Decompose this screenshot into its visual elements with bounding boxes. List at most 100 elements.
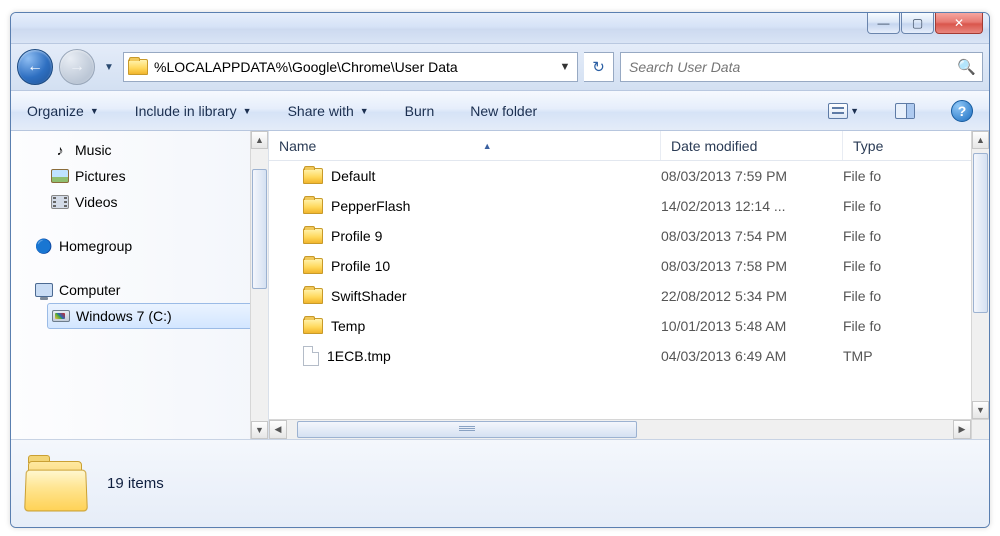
file-date: 10/01/2013 5:48 AM xyxy=(661,318,843,334)
title-bar: — ▢ ✕ xyxy=(11,13,989,43)
content-area: ♪Music Pictures Videos 🔵Homegroup Comput… xyxy=(11,131,989,439)
help-button[interactable]: ? xyxy=(945,96,979,126)
file-row[interactable]: Default08/03/2013 7:59 PMFile fo xyxy=(269,161,989,191)
scroll-track[interactable] xyxy=(972,149,989,401)
file-rows: Default08/03/2013 7:59 PMFile foPepperFl… xyxy=(269,161,989,371)
file-date: 04/03/2013 6:49 AM xyxy=(661,348,843,364)
view-options-button[interactable]: ▼ xyxy=(822,99,865,123)
drive-icon xyxy=(52,307,70,325)
scroll-thumb[interactable] xyxy=(252,169,267,289)
column-header-type[interactable]: Type xyxy=(843,131,989,160)
file-row[interactable]: SwiftShader22/08/2012 5:34 PMFile fo xyxy=(269,281,989,311)
folder-icon xyxy=(303,288,323,304)
sidebar-item-videos[interactable]: Videos xyxy=(17,189,268,215)
file-name: Profile 10 xyxy=(331,258,390,274)
scroll-up-button[interactable]: ▲ xyxy=(251,131,268,149)
folder-icon xyxy=(128,59,148,75)
scroll-left-button[interactable]: ◀ xyxy=(269,420,287,439)
close-button[interactable]: ✕ xyxy=(935,13,983,34)
maximize-icon: ▢ xyxy=(912,16,923,30)
scroll-up-button[interactable]: ▲ xyxy=(972,131,989,149)
chevron-down-icon: ▼ xyxy=(90,106,99,116)
new-folder-button[interactable]: New folder xyxy=(464,99,543,123)
arrow-right-icon: → xyxy=(69,58,85,76)
file-date: 08/03/2013 7:54 PM xyxy=(661,228,843,244)
folder-large-icon xyxy=(25,459,89,509)
pictures-icon xyxy=(51,167,69,185)
scroll-track[interactable] xyxy=(251,149,268,421)
back-button[interactable]: ← xyxy=(17,49,53,85)
refresh-icon: ↻ xyxy=(592,58,605,76)
item-count-label: 19 items xyxy=(107,475,164,492)
arrow-left-icon: ← xyxy=(27,58,43,76)
scroll-down-button[interactable]: ▼ xyxy=(251,421,268,439)
homegroup-icon: 🔵 xyxy=(35,237,53,255)
file-vscrollbar[interactable]: ▲ ▼ xyxy=(971,131,989,419)
file-type: File fo xyxy=(843,318,989,334)
sidebar-item-computer[interactable]: Computer xyxy=(17,277,268,303)
computer-icon xyxy=(35,281,53,299)
chevron-down-icon: ▼ xyxy=(360,106,369,116)
folder-icon xyxy=(303,318,323,334)
include-in-library-menu[interactable]: Include in library▼ xyxy=(129,99,258,123)
minimize-icon: — xyxy=(878,16,890,30)
file-name: 1ECB.tmp xyxy=(327,348,391,364)
search-box[interactable]: 🔍 xyxy=(620,52,983,82)
file-type: TMP xyxy=(843,348,989,364)
file-hscrollbar[interactable]: ◀ ▶ xyxy=(269,419,971,439)
file-date: 08/03/2013 7:59 PM xyxy=(661,168,843,184)
scroll-down-button[interactable]: ▼ xyxy=(972,401,989,419)
forward-button[interactable]: → xyxy=(59,49,95,85)
chevron-down-icon: ▼ xyxy=(850,106,859,116)
scroll-corner xyxy=(971,419,989,439)
file-name: Profile 9 xyxy=(331,228,382,244)
file-name: SwiftShader xyxy=(331,288,406,304)
file-type: File fo xyxy=(843,198,989,214)
sort-ascending-icon: ▲ xyxy=(483,141,492,151)
file-row[interactable]: Temp 10/01/2013 5:48 AMFile fo xyxy=(269,311,989,341)
toolbar: Organize▼ Include in library▼ Share with… xyxy=(11,91,989,131)
address-dropdown[interactable]: ▼ xyxy=(555,61,575,73)
file-row[interactable]: PepperFlash14/02/2013 12:14 ...File fo xyxy=(269,191,989,221)
sidebar-scrollbar[interactable]: ▲ ▼ xyxy=(250,131,268,439)
scroll-thumb[interactable] xyxy=(973,153,988,313)
burn-button[interactable]: Burn xyxy=(399,99,441,123)
column-header-date[interactable]: Date modified xyxy=(661,131,843,160)
sidebar-item-drive-c[interactable]: Windows 7 (C:) xyxy=(47,303,256,329)
organize-menu[interactable]: Organize▼ xyxy=(21,99,105,123)
maximize-button[interactable]: ▢ xyxy=(901,13,934,34)
music-icon: ♪ xyxy=(51,141,69,159)
sidebar-item-homegroup[interactable]: 🔵Homegroup xyxy=(17,233,268,259)
address-bar[interactable]: %LOCALAPPDATA%\Google\Chrome\User Data ▼ xyxy=(123,52,578,82)
file-row[interactable]: Profile 908/03/2013 7:54 PMFile fo xyxy=(269,221,989,251)
explorer-window: — ▢ ✕ ← → ▼ %LOCALAPPDATA%\Google\Chrome… xyxy=(10,12,990,528)
scroll-right-button[interactable]: ▶ xyxy=(953,420,971,439)
preview-pane-icon xyxy=(895,103,915,119)
file-date: 08/03/2013 7:58 PM xyxy=(661,258,843,274)
folder-icon xyxy=(303,258,323,274)
scroll-track[interactable] xyxy=(287,420,953,439)
file-type: File fo xyxy=(843,168,989,184)
file-name: Temp xyxy=(331,318,365,334)
sidebar-item-pictures[interactable]: Pictures xyxy=(17,163,268,189)
close-icon: ✕ xyxy=(954,16,964,30)
scroll-thumb[interactable] xyxy=(297,421,637,438)
file-date: 22/08/2012 5:34 PM xyxy=(661,288,843,304)
search-icon: 🔍 xyxy=(957,58,976,76)
folder-icon xyxy=(303,198,323,214)
file-row[interactable]: 1ECB.tmp 04/03/2013 6:49 AMTMP xyxy=(269,341,989,371)
file-row[interactable]: Profile 1008/03/2013 7:58 PMFile fo xyxy=(269,251,989,281)
nav-history-dropdown[interactable]: ▼ xyxy=(101,62,117,73)
refresh-button[interactable]: ↻ xyxy=(584,52,614,82)
minimize-button[interactable]: — xyxy=(867,13,900,34)
file-list-pane: Name▲ Date modified Type Default08/03/20… xyxy=(269,131,989,439)
search-input[interactable] xyxy=(627,58,957,76)
preview-pane-button[interactable] xyxy=(889,99,921,123)
chevron-down-icon: ▼ xyxy=(243,106,252,116)
folder-icon xyxy=(303,168,323,184)
share-with-menu[interactable]: Share with▼ xyxy=(282,99,375,123)
sidebar-item-music[interactable]: ♪Music xyxy=(17,137,268,163)
address-row: ← → ▼ %LOCALAPPDATA%\Google\Chrome\User … xyxy=(11,43,989,91)
videos-icon xyxy=(51,193,69,211)
column-header-name[interactable]: Name▲ xyxy=(269,131,661,160)
